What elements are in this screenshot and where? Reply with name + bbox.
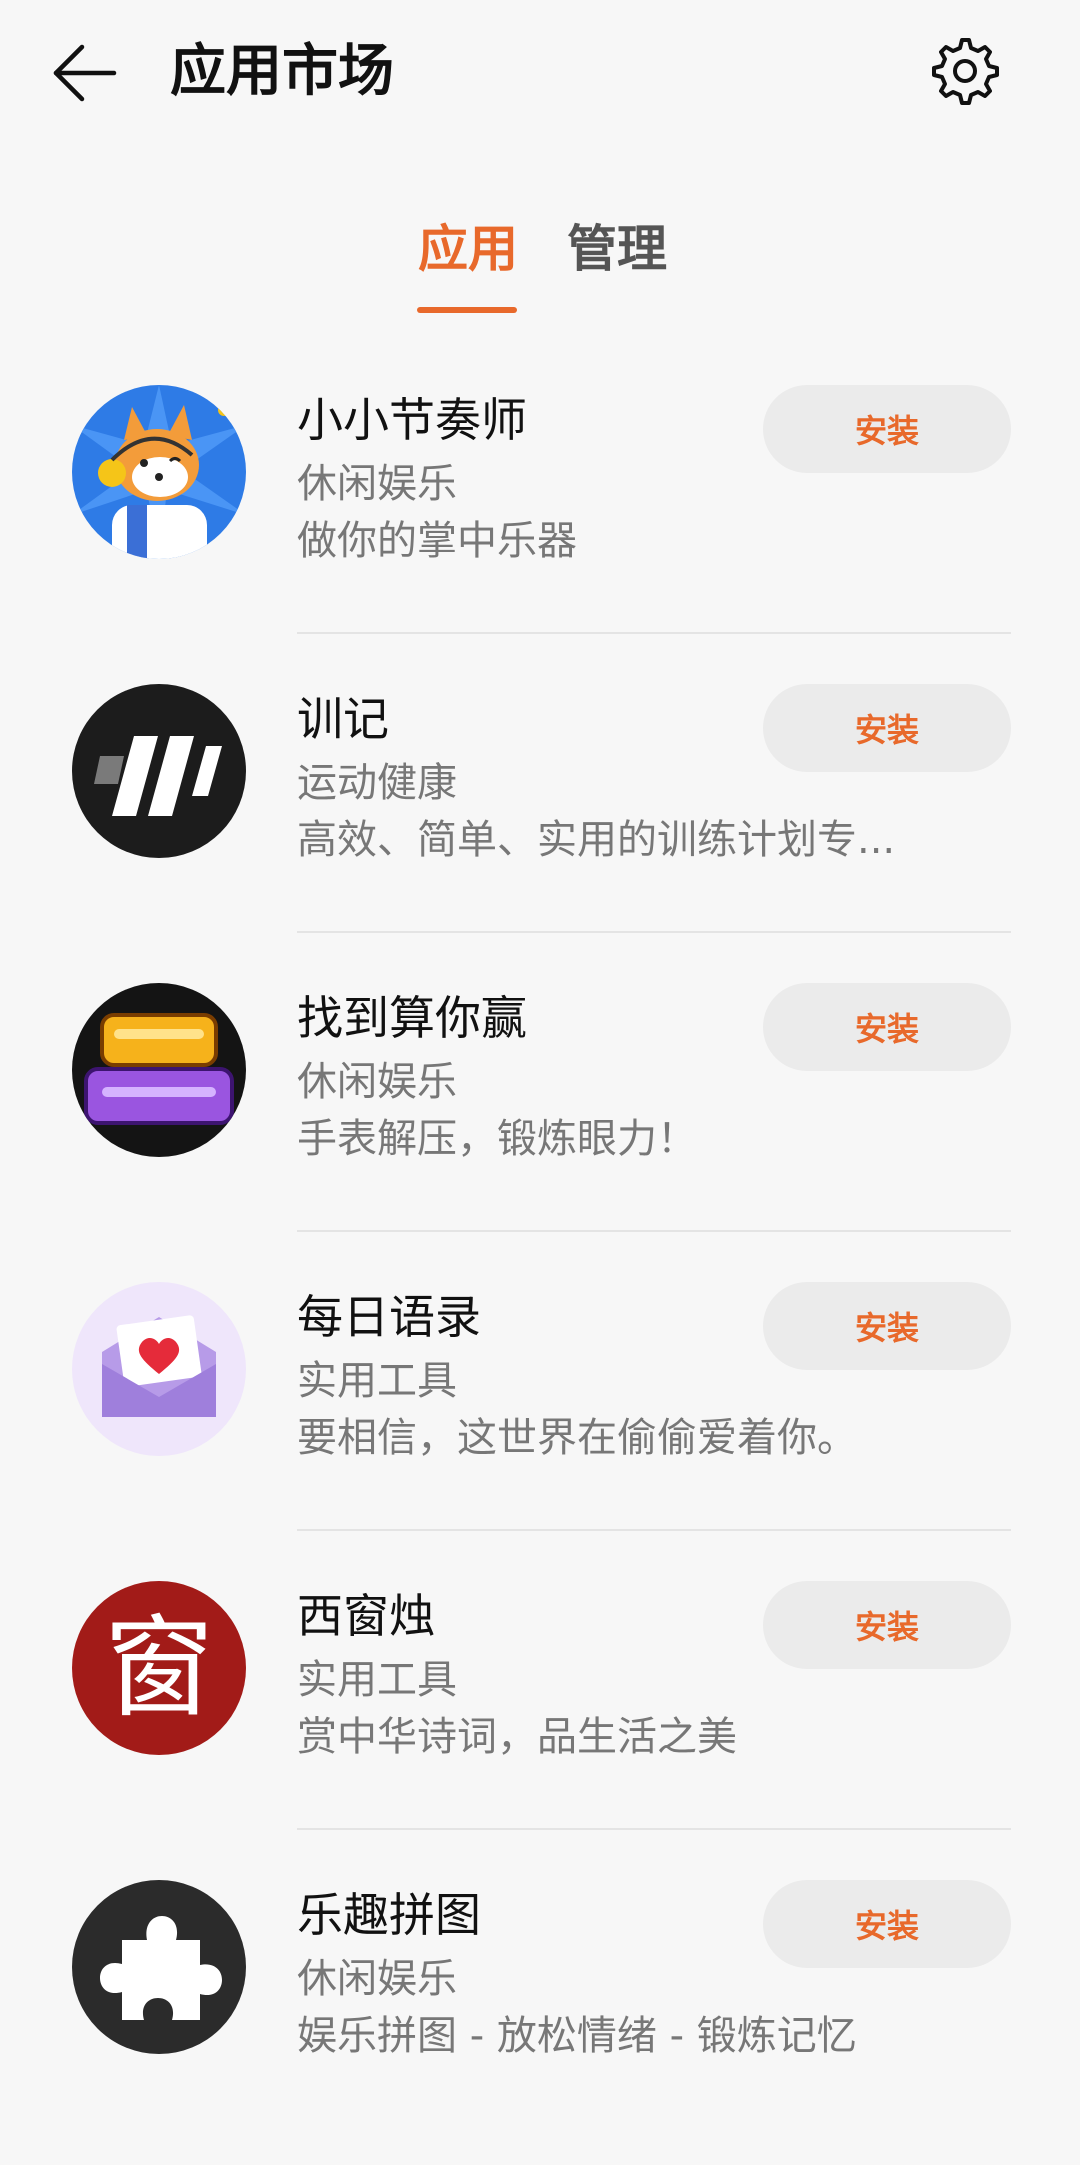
- game-title-icon: [72, 983, 246, 1157]
- stripes-logo-icon: [72, 684, 246, 858]
- install-button[interactable]: 安装: [763, 684, 1011, 772]
- app-description: 赏中华诗词，品生活之美: [297, 1714, 737, 1760]
- list-item[interactable]: 乐趣拼图 休闲娱乐 娱乐拼图 - 放松情绪 - 锻炼记忆 安装: [0, 1865, 1080, 2165]
- page-title: 应用市场: [170, 39, 394, 104]
- list-item[interactable]: 每日语录 实用工具 要相信，这世界在偷偷爱着你。 安装: [0, 1267, 1080, 1567]
- app-name: 小小节奏师: [297, 393, 527, 447]
- app-name: 西窗烛: [297, 1589, 435, 1643]
- divider: [297, 1529, 1011, 1531]
- install-button[interactable]: 安装: [763, 1282, 1011, 1370]
- divider: [297, 931, 1011, 933]
- divider: [297, 1230, 1011, 1232]
- divider: [297, 632, 1011, 634]
- app-name: 乐趣拼图: [297, 1888, 481, 1942]
- app-category: 运动健康: [297, 760, 457, 806]
- tab-bar: 应用 管理: [0, 215, 1080, 315]
- app-name: 训记: [297, 692, 389, 746]
- gear-icon[interactable]: [925, 34, 999, 108]
- icon-character: 窗: [104, 1604, 214, 1732]
- shiba-musician-icon: [72, 385, 246, 559]
- app-description: 做你的掌中乐器: [297, 518, 577, 564]
- tab-apps[interactable]: 应用: [418, 215, 518, 283]
- top-bar: 应用市场: [0, 0, 1080, 150]
- install-button[interactable]: 安装: [763, 385, 1011, 473]
- active-tab-indicator: [417, 307, 517, 313]
- app-category: 休闲娱乐: [297, 1956, 457, 2002]
- heart-envelope-icon: [72, 1282, 246, 1456]
- app-name: 找到算你赢: [297, 991, 527, 1045]
- app-category: 实用工具: [297, 1358, 457, 1404]
- puzzle-piece-icon: [72, 1880, 246, 2054]
- app-category: 休闲娱乐: [297, 1059, 457, 1105]
- app-description: 要相信，这世界在偷偷爱着你。: [297, 1415, 857, 1461]
- install-button[interactable]: 安装: [763, 983, 1011, 1071]
- arrow-left-icon[interactable]: [50, 38, 120, 108]
- install-button[interactable]: 安装: [763, 1880, 1011, 1968]
- tab-manage[interactable]: 管理: [567, 215, 667, 283]
- list-item[interactable]: 窗 西窗烛 实用工具 赏中华诗词，品生活之美 安装: [0, 1566, 1080, 1866]
- app-name: 每日语录: [297, 1290, 481, 1344]
- list-item[interactable]: 找到算你赢 休闲娱乐 手表解压，锻炼眼力！ 安装: [0, 968, 1080, 1268]
- app-description: 娱乐拼图 - 放松情绪 - 锻炼记忆: [297, 2013, 857, 2059]
- app-description: 手表解压，锻炼眼力！: [297, 1116, 697, 1162]
- app-category: 实用工具: [297, 1657, 457, 1703]
- app-category: 休闲娱乐: [297, 461, 457, 507]
- app-description: 高效、简单、实用的训练计划专...: [297, 817, 896, 863]
- install-button[interactable]: 安装: [763, 1581, 1011, 1669]
- divider: [297, 1828, 1011, 1830]
- chinese-character-icon: 窗: [72, 1581, 246, 1755]
- list-item[interactable]: 小小节奏师 休闲娱乐 做你的掌中乐器 安装: [0, 370, 1080, 670]
- list-item[interactable]: 训记 运动健康 高效、简单、实用的训练计划专... 安装: [0, 669, 1080, 969]
